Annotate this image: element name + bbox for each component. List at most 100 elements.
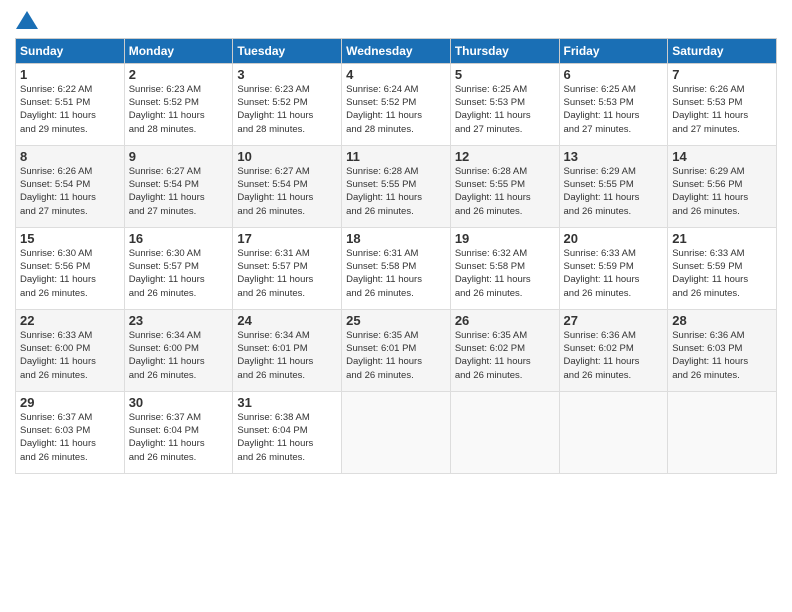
day-info: Sunrise: 6:36 AM Sunset: 6:03 PM Dayligh… — [672, 329, 772, 382]
day-number: 18 — [346, 231, 446, 246]
day-cell: 18Sunrise: 6:31 AM Sunset: 5:58 PM Dayli… — [342, 227, 451, 309]
day-cell — [668, 391, 777, 473]
day-cell: 31Sunrise: 6:38 AM Sunset: 6:04 PM Dayli… — [233, 391, 342, 473]
day-cell: 27Sunrise: 6:36 AM Sunset: 6:02 PM Dayli… — [559, 309, 668, 391]
day-info: Sunrise: 6:31 AM Sunset: 5:57 PM Dayligh… — [237, 247, 337, 300]
day-cell: 10Sunrise: 6:27 AM Sunset: 5:54 PM Dayli… — [233, 145, 342, 227]
day-info: Sunrise: 6:33 AM Sunset: 6:00 PM Dayligh… — [20, 329, 120, 382]
day-number: 12 — [455, 149, 555, 164]
day-info: Sunrise: 6:29 AM Sunset: 5:55 PM Dayligh… — [564, 165, 664, 218]
calendar-table: SundayMondayTuesdayWednesdayThursdayFrid… — [15, 38, 777, 474]
day-info: Sunrise: 6:30 AM Sunset: 5:56 PM Dayligh… — [20, 247, 120, 300]
day-info: Sunrise: 6:27 AM Sunset: 5:54 PM Dayligh… — [129, 165, 229, 218]
day-info: Sunrise: 6:26 AM Sunset: 5:53 PM Dayligh… — [672, 83, 772, 136]
day-info: Sunrise: 6:35 AM Sunset: 6:01 PM Dayligh… — [346, 329, 446, 382]
day-info: Sunrise: 6:24 AM Sunset: 5:52 PM Dayligh… — [346, 83, 446, 136]
day-number: 5 — [455, 67, 555, 82]
week-row-3: 15Sunrise: 6:30 AM Sunset: 5:56 PM Dayli… — [16, 227, 777, 309]
day-cell: 19Sunrise: 6:32 AM Sunset: 5:58 PM Dayli… — [450, 227, 559, 309]
day-cell: 8Sunrise: 6:26 AM Sunset: 5:54 PM Daylig… — [16, 145, 125, 227]
day-number: 19 — [455, 231, 555, 246]
header-sunday: Sunday — [16, 38, 125, 63]
header — [15, 10, 777, 30]
day-number: 9 — [129, 149, 229, 164]
day-cell: 11Sunrise: 6:28 AM Sunset: 5:55 PM Dayli… — [342, 145, 451, 227]
day-cell — [342, 391, 451, 473]
day-cell: 17Sunrise: 6:31 AM Sunset: 5:57 PM Dayli… — [233, 227, 342, 309]
day-number: 2 — [129, 67, 229, 82]
day-cell: 25Sunrise: 6:35 AM Sunset: 6:01 PM Dayli… — [342, 309, 451, 391]
day-info: Sunrise: 6:35 AM Sunset: 6:02 PM Dayligh… — [455, 329, 555, 382]
day-cell: 16Sunrise: 6:30 AM Sunset: 5:57 PM Dayli… — [124, 227, 233, 309]
day-info: Sunrise: 6:23 AM Sunset: 5:52 PM Dayligh… — [129, 83, 229, 136]
day-cell: 21Sunrise: 6:33 AM Sunset: 5:59 PM Dayli… — [668, 227, 777, 309]
day-info: Sunrise: 6:30 AM Sunset: 5:57 PM Dayligh… — [129, 247, 229, 300]
day-info: Sunrise: 6:34 AM Sunset: 6:01 PM Dayligh… — [237, 329, 337, 382]
day-cell: 24Sunrise: 6:34 AM Sunset: 6:01 PM Dayli… — [233, 309, 342, 391]
day-number: 26 — [455, 313, 555, 328]
day-info: Sunrise: 6:25 AM Sunset: 5:53 PM Dayligh… — [564, 83, 664, 136]
day-number: 7 — [672, 67, 772, 82]
day-cell: 22Sunrise: 6:33 AM Sunset: 6:00 PM Dayli… — [16, 309, 125, 391]
day-info: Sunrise: 6:34 AM Sunset: 6:00 PM Dayligh… — [129, 329, 229, 382]
day-info: Sunrise: 6:27 AM Sunset: 5:54 PM Dayligh… — [237, 165, 337, 218]
day-cell: 28Sunrise: 6:36 AM Sunset: 6:03 PM Dayli… — [668, 309, 777, 391]
day-info: Sunrise: 6:33 AM Sunset: 5:59 PM Dayligh… — [564, 247, 664, 300]
day-cell: 6Sunrise: 6:25 AM Sunset: 5:53 PM Daylig… — [559, 63, 668, 145]
day-number: 20 — [564, 231, 664, 246]
day-cell: 30Sunrise: 6:37 AM Sunset: 6:04 PM Dayli… — [124, 391, 233, 473]
day-info: Sunrise: 6:36 AM Sunset: 6:02 PM Dayligh… — [564, 329, 664, 382]
day-number: 6 — [564, 67, 664, 82]
day-cell: 13Sunrise: 6:29 AM Sunset: 5:55 PM Dayli… — [559, 145, 668, 227]
logo-icon — [16, 11, 38, 29]
day-number: 27 — [564, 313, 664, 328]
day-cell: 26Sunrise: 6:35 AM Sunset: 6:02 PM Dayli… — [450, 309, 559, 391]
day-number: 11 — [346, 149, 446, 164]
day-cell — [559, 391, 668, 473]
week-row-4: 22Sunrise: 6:33 AM Sunset: 6:00 PM Dayli… — [16, 309, 777, 391]
day-cell — [450, 391, 559, 473]
day-cell: 20Sunrise: 6:33 AM Sunset: 5:59 PM Dayli… — [559, 227, 668, 309]
logo — [15, 10, 35, 30]
day-info: Sunrise: 6:38 AM Sunset: 6:04 PM Dayligh… — [237, 411, 337, 464]
header-saturday: Saturday — [668, 38, 777, 63]
header-monday: Monday — [124, 38, 233, 63]
day-number: 4 — [346, 67, 446, 82]
day-cell: 12Sunrise: 6:28 AM Sunset: 5:55 PM Dayli… — [450, 145, 559, 227]
day-info: Sunrise: 6:28 AM Sunset: 5:55 PM Dayligh… — [455, 165, 555, 218]
day-cell: 9Sunrise: 6:27 AM Sunset: 5:54 PM Daylig… — [124, 145, 233, 227]
day-number: 24 — [237, 313, 337, 328]
day-info: Sunrise: 6:25 AM Sunset: 5:53 PM Dayligh… — [455, 83, 555, 136]
day-cell: 3Sunrise: 6:23 AM Sunset: 5:52 PM Daylig… — [233, 63, 342, 145]
day-cell: 4Sunrise: 6:24 AM Sunset: 5:52 PM Daylig… — [342, 63, 451, 145]
day-cell: 5Sunrise: 6:25 AM Sunset: 5:53 PM Daylig… — [450, 63, 559, 145]
day-number: 3 — [237, 67, 337, 82]
day-number: 15 — [20, 231, 120, 246]
day-cell: 7Sunrise: 6:26 AM Sunset: 5:53 PM Daylig… — [668, 63, 777, 145]
day-info: Sunrise: 6:32 AM Sunset: 5:58 PM Dayligh… — [455, 247, 555, 300]
day-number: 21 — [672, 231, 772, 246]
day-info: Sunrise: 6:37 AM Sunset: 6:03 PM Dayligh… — [20, 411, 120, 464]
day-info: Sunrise: 6:33 AM Sunset: 5:59 PM Dayligh… — [672, 247, 772, 300]
day-number: 23 — [129, 313, 229, 328]
day-number: 22 — [20, 313, 120, 328]
week-row-2: 8Sunrise: 6:26 AM Sunset: 5:54 PM Daylig… — [16, 145, 777, 227]
day-number: 1 — [20, 67, 120, 82]
header-thursday: Thursday — [450, 38, 559, 63]
header-row: SundayMondayTuesdayWednesdayThursdayFrid… — [16, 38, 777, 63]
day-number: 17 — [237, 231, 337, 246]
day-info: Sunrise: 6:28 AM Sunset: 5:55 PM Dayligh… — [346, 165, 446, 218]
day-number: 25 — [346, 313, 446, 328]
day-number: 29 — [20, 395, 120, 410]
week-row-5: 29Sunrise: 6:37 AM Sunset: 6:03 PM Dayli… — [16, 391, 777, 473]
day-number: 31 — [237, 395, 337, 410]
header-tuesday: Tuesday — [233, 38, 342, 63]
day-number: 13 — [564, 149, 664, 164]
day-info: Sunrise: 6:29 AM Sunset: 5:56 PM Dayligh… — [672, 165, 772, 218]
day-cell: 15Sunrise: 6:30 AM Sunset: 5:56 PM Dayli… — [16, 227, 125, 309]
day-number: 14 — [672, 149, 772, 164]
day-info: Sunrise: 6:37 AM Sunset: 6:04 PM Dayligh… — [129, 411, 229, 464]
day-number: 16 — [129, 231, 229, 246]
day-cell: 23Sunrise: 6:34 AM Sunset: 6:00 PM Dayli… — [124, 309, 233, 391]
day-info: Sunrise: 6:23 AM Sunset: 5:52 PM Dayligh… — [237, 83, 337, 136]
